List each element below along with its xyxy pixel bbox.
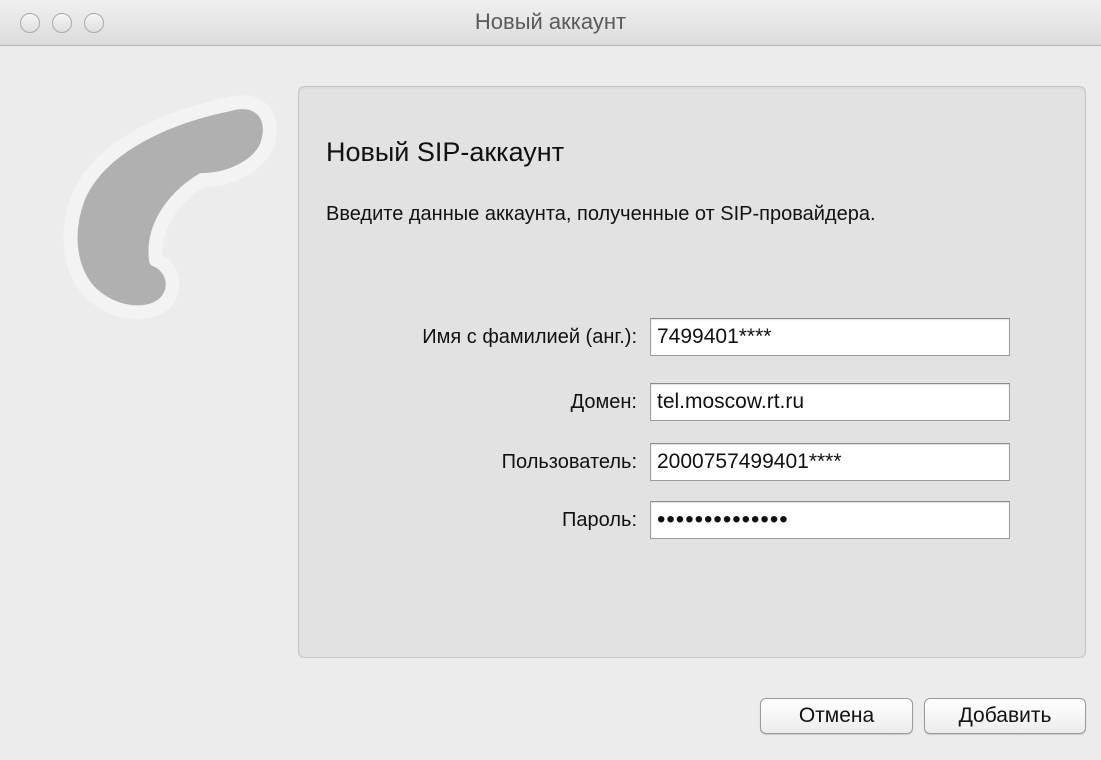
form-row-name: Имя с фамилией (анг.): (299, 318, 1087, 356)
window-title: Новый аккаунт (474, 9, 627, 34)
domain-label: Домен: (570, 391, 637, 413)
panel-description: Введите данные аккаунта, полученные от S… (326, 203, 876, 225)
phone-handset-icon (63, 95, 277, 320)
new-account-window: Новый аккаунт Новый SIP-аккаунт Введите … (0, 0, 1101, 760)
domain-input[interactable] (650, 383, 1010, 421)
password-input[interactable] (650, 501, 1010, 539)
form-row-domain: Домен: (299, 383, 1087, 421)
account-details-panel: Новый SIP-аккаунт Введите данные аккаунт… (298, 86, 1086, 658)
password-label: Пароль: (562, 509, 637, 531)
add-button[interactable]: Добавить (924, 698, 1086, 734)
panel-heading: Новый SIP-аккаунт (326, 137, 565, 167)
cancel-button[interactable]: Отмена (760, 698, 913, 734)
user-label: Пользователь: (501, 451, 637, 473)
name-label: Имя с фамилией (анг.): (422, 326, 637, 348)
title-bar: Новый аккаунт (0, 0, 1101, 46)
form-row-password: Пароль: (299, 501, 1087, 539)
form-row-user: Пользователь: (299, 443, 1087, 481)
user-input[interactable] (650, 443, 1010, 481)
name-input[interactable] (650, 318, 1010, 356)
